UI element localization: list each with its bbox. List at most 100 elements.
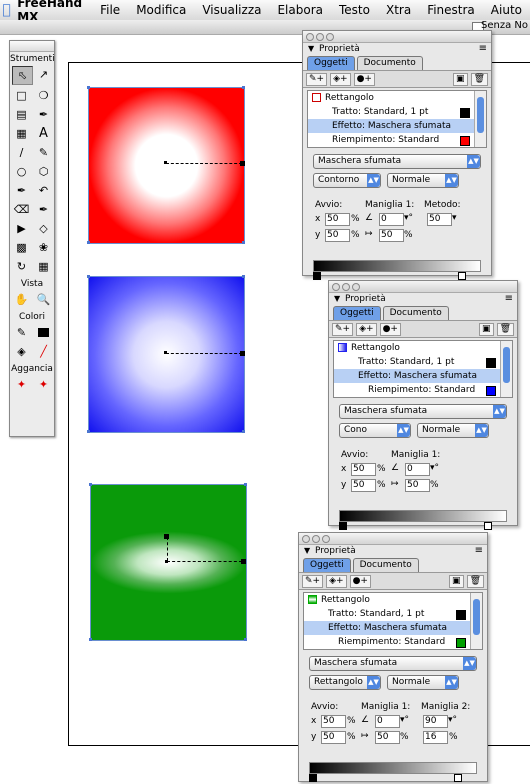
stepper-icon[interactable]: ▾° bbox=[430, 463, 439, 473]
menu-xtra[interactable]: Xtra bbox=[378, 3, 419, 17]
blend-mode-select[interactable]: Normale ▲▼ bbox=[387, 173, 459, 188]
import-tool-icon[interactable]: ▤ bbox=[12, 106, 31, 123]
angle-field[interactable]: 0 bbox=[379, 213, 404, 226]
gradient-end-handle[interactable] bbox=[240, 161, 245, 166]
freeform-tool-icon[interactable]: ▶ bbox=[12, 220, 31, 237]
panel-menu-icon[interactable]: ≡ bbox=[475, 545, 483, 556]
panel-titlebar[interactable] bbox=[303, 31, 491, 43]
pen-tool-icon[interactable]: ✒ bbox=[12, 182, 31, 199]
hand-tool-icon[interactable]: ✋ bbox=[12, 291, 31, 308]
close-icon[interactable] bbox=[306, 33, 314, 41]
green-rectangle[interactable] bbox=[90, 484, 247, 641]
polygon-tool-icon[interactable]: ⬡ bbox=[34, 163, 53, 180]
list-item-fill[interactable]: Riempimento: Standard bbox=[304, 635, 482, 649]
eyedropper-tool-icon[interactable]: ✒ bbox=[34, 106, 53, 123]
red-rectangle[interactable] bbox=[88, 87, 245, 244]
effect-select[interactable]: Maschera sfumata ▲▼ bbox=[313, 154, 481, 169]
selection-handle[interactable] bbox=[87, 430, 90, 433]
text-tool-icon[interactable]: A bbox=[34, 125, 53, 142]
tab-oggetti[interactable]: Oggetti bbox=[307, 56, 355, 70]
add-effect-icon[interactable]: ●+ bbox=[379, 322, 401, 336]
gradient-handle-2[interactable] bbox=[164, 534, 169, 539]
gradient-ramp[interactable] bbox=[313, 260, 481, 272]
selection-handle[interactable] bbox=[87, 241, 90, 244]
minimize-icon[interactable] bbox=[316, 33, 324, 41]
add-stroke-icon[interactable]: ✎+ bbox=[306, 72, 328, 86]
trace-tool-icon[interactable]: ▩ bbox=[12, 239, 31, 256]
scrollbar[interactable] bbox=[474, 91, 486, 147]
add-stroke-icon[interactable]: ✎+ bbox=[332, 322, 354, 336]
gradient-end-handle[interactable] bbox=[241, 559, 246, 564]
selection-handle[interactable] bbox=[244, 638, 247, 641]
zoom-icon[interactable] bbox=[352, 283, 360, 291]
zoom-icon[interactable] bbox=[326, 33, 334, 41]
trash-icon[interactable]: 🗑 bbox=[470, 72, 488, 86]
duplicate-attribute-icon[interactable]: ▣ bbox=[479, 322, 494, 336]
pencil-tool-icon[interactable]: ✎ bbox=[34, 144, 53, 161]
ramp-color-stop[interactable] bbox=[484, 522, 492, 530]
list-item-object[interactable]: Rettangolo bbox=[308, 91, 486, 105]
apple-menu-icon[interactable]:  bbox=[0, 2, 13, 18]
add-stroke-icon[interactable]: ✎+ bbox=[302, 574, 324, 588]
stepper-icon[interactable]: ▾° bbox=[400, 715, 409, 725]
add-fill-icon[interactable]: ◈+ bbox=[356, 322, 377, 336]
add-effect-icon[interactable]: ●+ bbox=[353, 72, 375, 86]
menu-testo[interactable]: Testo bbox=[331, 3, 378, 17]
start-y-field[interactable]: 50 bbox=[351, 479, 376, 492]
gradient-start-handle[interactable] bbox=[164, 351, 167, 354]
panel-titlebar[interactable] bbox=[329, 281, 517, 293]
length-field[interactable]: 50 bbox=[375, 731, 400, 744]
tab-oggetti[interactable]: Oggetti bbox=[333, 306, 381, 320]
minimize-icon[interactable] bbox=[342, 283, 350, 291]
menu-visualizza[interactable]: Visualizza bbox=[194, 3, 269, 17]
line-tool-icon[interactable]: ∕ bbox=[12, 144, 31, 161]
effect-select[interactable]: Maschera sfumata ▲▼ bbox=[339, 404, 507, 419]
method-dropdown-icon[interactable]: ▾ bbox=[452, 213, 457, 223]
text-block-tool-icon[interactable]: ▦ bbox=[12, 125, 31, 142]
stroke-color-swatch[interactable] bbox=[34, 324, 53, 341]
panel-titlebar[interactable] bbox=[299, 533, 487, 545]
graphic-hose-tool-icon[interactable]: ❀ bbox=[34, 239, 53, 256]
ellipse-tool-icon[interactable]: ○ bbox=[12, 163, 31, 180]
minimize-icon[interactable] bbox=[312, 535, 320, 543]
add-fill-icon[interactable]: ◈+ bbox=[330, 72, 351, 86]
gradient-ramp[interactable] bbox=[309, 762, 477, 774]
subselect-tool-icon[interactable]: ↗ bbox=[34, 66, 53, 83]
menu-modifica[interactable]: Modifica bbox=[128, 3, 194, 17]
ramp-color-stop[interactable] bbox=[313, 272, 321, 280]
stepper-icon[interactable]: ▾° bbox=[448, 715, 457, 725]
selection-handle[interactable] bbox=[244, 483, 247, 486]
collapse-triangle-icon[interactable]: ▼ bbox=[334, 294, 340, 303]
gradient-type-select[interactable]: Cono ▲▼ bbox=[339, 423, 411, 438]
menu-finestra[interactable]: Finestra bbox=[419, 3, 483, 17]
selection-handle[interactable] bbox=[89, 638, 92, 641]
length-field[interactable]: 50 bbox=[405, 479, 430, 492]
panel-menu-icon[interactable]: ≡ bbox=[479, 43, 487, 54]
stepper-icon[interactable]: ▾° bbox=[404, 213, 413, 223]
method-field[interactable]: 50 bbox=[427, 213, 452, 226]
trash-icon[interactable]: 🗑 bbox=[496, 322, 514, 336]
duplicate-attribute-icon[interactable]: ▣ bbox=[449, 574, 464, 588]
gradient-type-select[interactable]: Contorno ▲▼ bbox=[313, 173, 381, 188]
menu-file[interactable]: File bbox=[92, 3, 128, 17]
gradient-end-handle[interactable] bbox=[240, 351, 245, 356]
list-item-fill[interactable]: Riempimento: Standard bbox=[334, 383, 512, 397]
panel-menu-icon[interactable]: ≡ bbox=[505, 293, 513, 304]
tab-documento[interactable]: Documento bbox=[352, 558, 419, 572]
angle-field[interactable]: 0 bbox=[405, 463, 430, 476]
list-item-stroke[interactable]: Tratto: Standard, 1 pt bbox=[304, 607, 482, 621]
collapse-triangle-icon[interactable]: ▼ bbox=[308, 44, 314, 53]
list-item-effect[interactable]: Effetto: Maschera sfumata bbox=[334, 369, 512, 383]
zoom-icon[interactable] bbox=[322, 535, 330, 543]
list-item-object[interactable]: Rettangolo bbox=[334, 341, 512, 355]
tab-oggetti[interactable]: Oggetti bbox=[303, 558, 351, 572]
duplicate-attribute-icon[interactable]: ▣ bbox=[453, 72, 468, 86]
snap-to-grid-icon[interactable]: ✦ bbox=[34, 376, 53, 393]
fill-color-icon[interactable]: ◈ bbox=[12, 343, 31, 360]
start-y-field[interactable]: 50 bbox=[325, 229, 350, 242]
angle-field[interactable]: 0 bbox=[375, 715, 400, 728]
eraser-tool-icon[interactable]: ⌫ bbox=[12, 201, 31, 218]
selection-handle[interactable] bbox=[242, 86, 245, 89]
menu-aiuto[interactable]: Aiuto bbox=[483, 3, 530, 17]
start-x-field[interactable]: 50 bbox=[351, 463, 376, 476]
